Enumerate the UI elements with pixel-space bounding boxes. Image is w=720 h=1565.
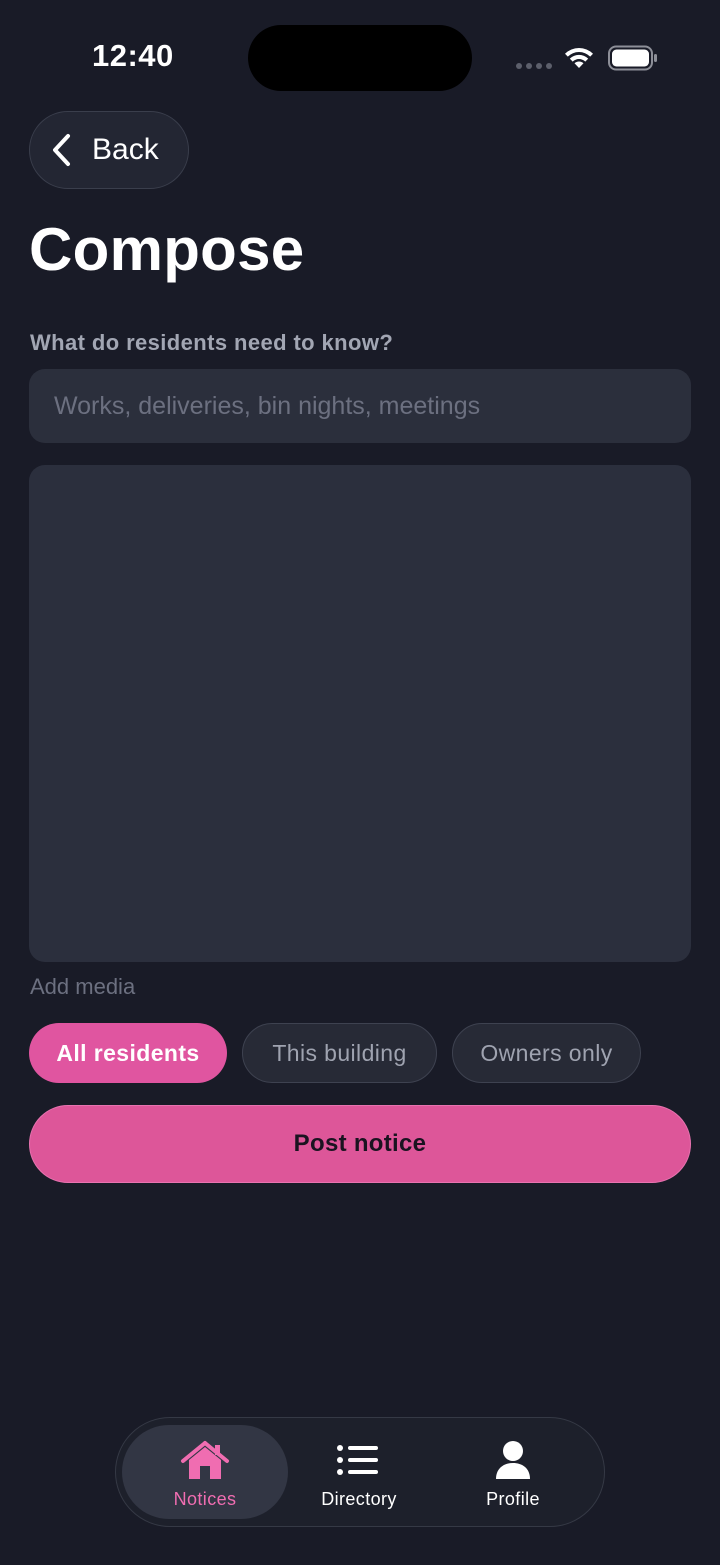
audience-chip-this-building[interactable]: This building bbox=[242, 1023, 437, 1083]
person-icon bbox=[496, 1441, 530, 1479]
tab-bar: Notices Directory Profile bbox=[115, 1417, 605, 1527]
tab-directory-label: Directory bbox=[321, 1489, 397, 1509]
notice-body-textarea[interactable] bbox=[29, 465, 691, 962]
tab-notices[interactable]: Notices bbox=[122, 1425, 288, 1519]
tab-profile-label: Profile bbox=[486, 1489, 540, 1509]
chevron-left-icon bbox=[53, 134, 70, 166]
audience-selector: All residents This building Owners only bbox=[29, 1023, 641, 1083]
notice-title-label: What do residents need to know? bbox=[30, 330, 394, 355]
wifi-icon bbox=[565, 47, 593, 68]
tab-notices-label: Notices bbox=[173, 1489, 237, 1509]
list-icon bbox=[337, 1445, 378, 1475]
dynamic-island bbox=[248, 25, 472, 91]
audience-chip-owners-only[interactable]: Owners only bbox=[452, 1023, 641, 1083]
back-button[interactable]: Back bbox=[29, 111, 189, 189]
tab-profile[interactable]: Profile bbox=[430, 1425, 596, 1519]
post-notice-button[interactable]: Post notice bbox=[29, 1105, 691, 1183]
back-button-label: Back bbox=[92, 133, 159, 166]
cellular-signal-icon bbox=[516, 63, 552, 69]
house-icon bbox=[181, 1441, 229, 1479]
add-media-link[interactable]: Add media bbox=[30, 974, 135, 1000]
notice-title-input[interactable] bbox=[29, 369, 691, 443]
page-title: Compose bbox=[29, 216, 305, 283]
status-time: 12:40 bbox=[92, 38, 174, 73]
tab-directory[interactable]: Directory bbox=[276, 1425, 442, 1519]
audience-chip-all-residents[interactable]: All residents bbox=[29, 1023, 227, 1083]
battery-icon bbox=[608, 45, 657, 71]
